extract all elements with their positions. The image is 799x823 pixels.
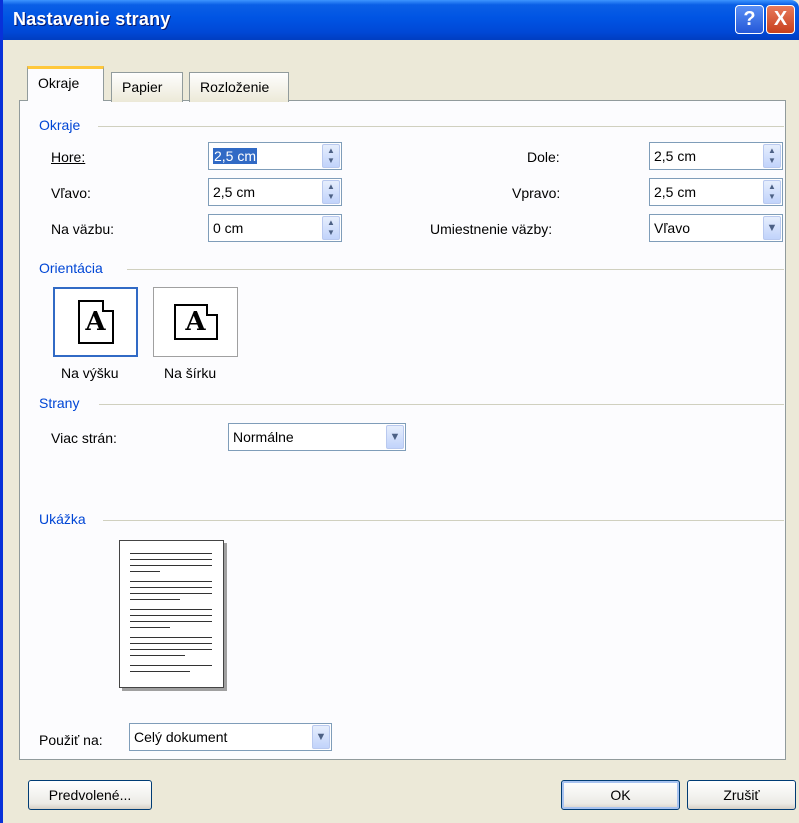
spinner-arrows-icon[interactable]: ▲ ▼	[322, 144, 340, 168]
top-margin-label-text: Hore:	[51, 149, 86, 165]
right-margin-value: 2,5 cm	[654, 184, 697, 200]
chevron-down-icon[interactable]: ▼	[763, 216, 781, 240]
preview-page	[119, 540, 224, 688]
gutter-value: 0 cm	[213, 220, 244, 236]
cancel-button[interactable]: Zrušiť	[687, 780, 796, 810]
preview-line	[130, 615, 212, 616]
tab-label: Rozloženie	[200, 79, 270, 95]
preview-line	[130, 655, 185, 656]
tab-label: Okraje	[38, 75, 80, 91]
preview-line	[130, 609, 212, 610]
preview-line	[130, 581, 212, 582]
page-setup-dialog: Nastavenie strany ? X Okraje Papier Rozl…	[0, 0, 799, 823]
close-icon[interactable]: X	[766, 5, 795, 34]
preview-line	[130, 637, 212, 638]
chevron-down-icon[interactable]: ▼	[386, 425, 404, 449]
preview-line	[130, 559, 212, 560]
title-bar[interactable]: Nastavenie strany ? X	[3, 0, 799, 40]
ok-button[interactable]: OK	[561, 780, 680, 810]
left-margin-field[interactable]: 2,5 cm ▲ ▼	[208, 178, 342, 206]
right-margin-field[interactable]: 2,5 cm ▲ ▼	[649, 178, 783, 206]
portrait-button[interactable]: A	[53, 287, 138, 357]
tab-margins[interactable]: Okraje	[27, 66, 104, 101]
tab-layout[interactable]: Rozloženie	[189, 72, 289, 102]
apply-to-label: Použiť na:	[39, 732, 103, 748]
multiple-pages-select[interactable]: Normálne ▼	[228, 423, 406, 451]
gutter-position-value: Vľavo	[654, 220, 690, 236]
section-divider	[103, 520, 784, 521]
top-margin-value: 2,5 cm	[213, 148, 258, 164]
bottom-margin-label: Dole:	[527, 149, 560, 165]
landscape-label: Na šírku	[164, 365, 217, 381]
preview-line	[130, 665, 212, 666]
top-margin-label: Hore:	[51, 149, 85, 165]
preview-line	[130, 565, 212, 566]
gutter-position-label: Umiestnenie väzby:	[430, 221, 553, 237]
landscape-button[interactable]: A	[153, 287, 238, 357]
preview-line	[130, 627, 170, 628]
gutter-field[interactable]: 0 cm ▲ ▼	[208, 214, 342, 242]
portrait-label: Na výšku	[61, 365, 119, 381]
preview-line	[130, 553, 212, 554]
preview-line	[130, 599, 180, 600]
preview-line	[130, 643, 212, 644]
preview-line	[130, 571, 160, 572]
left-margin-label: Vľavo:	[51, 185, 91, 201]
tab-paper[interactable]: Papier	[111, 72, 183, 102]
preview-line	[130, 649, 212, 650]
preview-line	[130, 593, 212, 594]
spinner-arrows-icon[interactable]: ▲ ▼	[763, 180, 781, 204]
multiple-pages-label: Viac strán:	[51, 430, 117, 446]
top-margin-field[interactable]: 2,5 cm ▲ ▼	[208, 142, 342, 170]
gutter-position-select[interactable]: Vľavo ▼	[649, 214, 783, 242]
bottom-margin-value: 2,5 cm	[654, 148, 697, 164]
bottom-margin-field[interactable]: 2,5 cm ▲ ▼	[649, 142, 783, 170]
apply-to-select[interactable]: Celý dokument ▼	[129, 723, 332, 751]
section-divider	[99, 404, 784, 405]
section-divider	[127, 269, 784, 270]
landscape-page-icon: A	[173, 304, 218, 340]
preview-line	[130, 671, 190, 672]
default-button[interactable]: Predvolené...	[28, 780, 152, 810]
portrait-page-icon: A	[77, 300, 114, 344]
chevron-down-icon[interactable]: ▼	[312, 725, 330, 749]
right-margin-label: Vpravo:	[512, 185, 561, 201]
tab-label: Papier	[122, 79, 163, 95]
left-margin-value: 2,5 cm	[213, 184, 256, 200]
spinner-arrows-icon[interactable]: ▲ ▼	[322, 216, 340, 240]
window-title: Nastavenie strany	[13, 9, 171, 29]
preview-line	[130, 587, 212, 588]
apply-to-value: Celý dokument	[134, 729, 228, 745]
spinner-arrows-icon[interactable]: ▲ ▼	[763, 144, 781, 168]
section-preview-title: Ukážka	[39, 511, 86, 527]
preview-line	[130, 621, 212, 622]
section-orientation-title: Orientácia	[39, 260, 103, 276]
spinner-arrows-icon[interactable]: ▲ ▼	[322, 180, 340, 204]
section-divider	[98, 126, 784, 127]
multiple-pages-value: Normálne	[233, 429, 294, 445]
help-icon[interactable]: ?	[735, 5, 764, 34]
section-pages-title: Strany	[39, 395, 80, 411]
section-margins-title: Okraje	[39, 117, 81, 133]
gutter-label: Na väzbu:	[51, 221, 115, 237]
